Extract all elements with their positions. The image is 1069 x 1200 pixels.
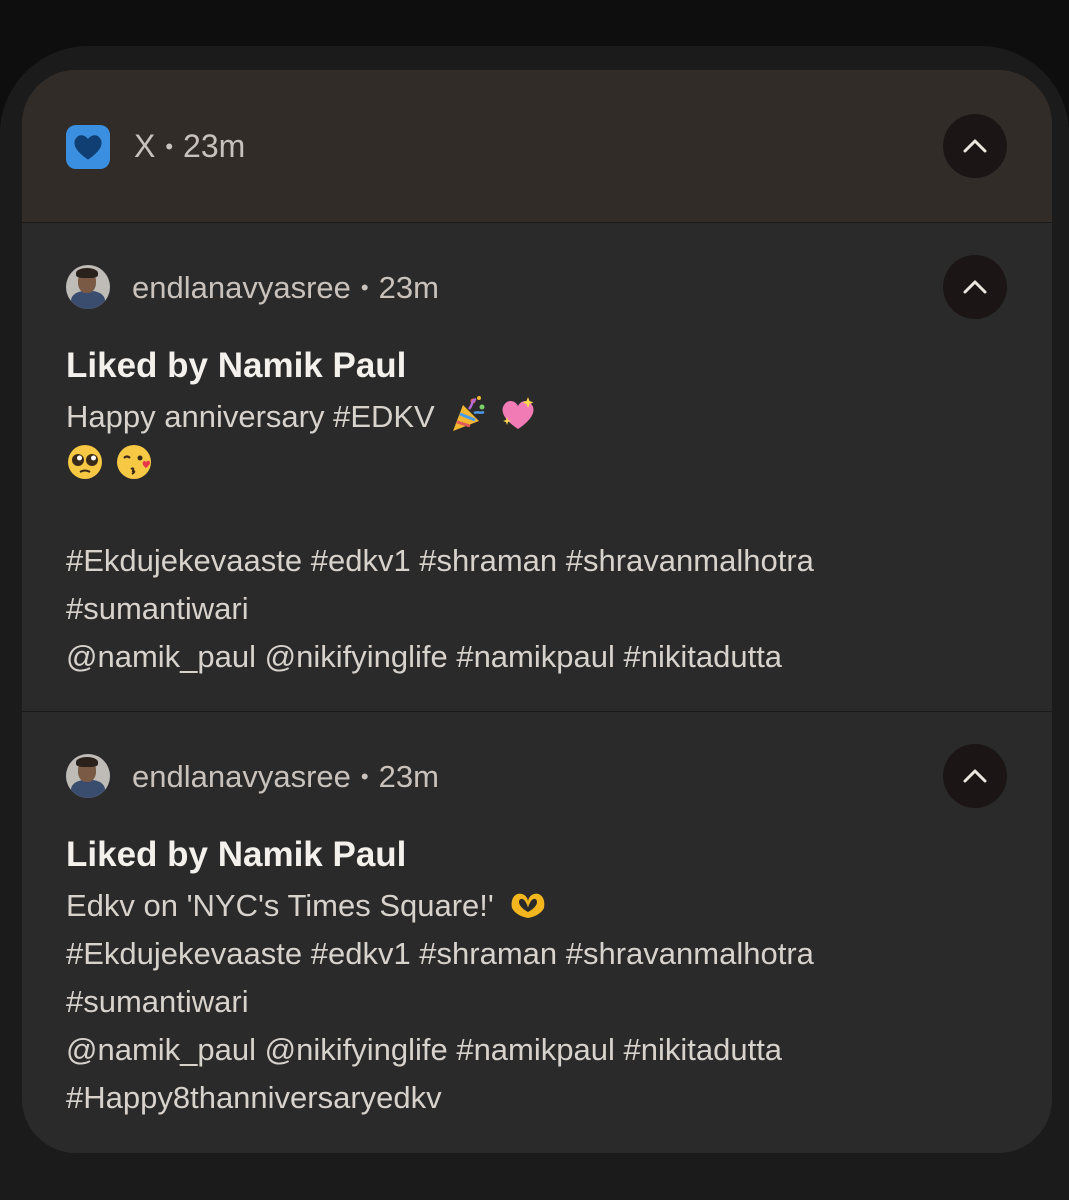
body-line: #sumantiwari xyxy=(66,984,249,1019)
notification-group-header[interactable]: X • 23m xyxy=(22,70,1052,223)
heart-hands-emoji xyxy=(508,888,548,936)
heart-icon xyxy=(66,125,110,169)
expand-notification-button[interactable] xyxy=(943,744,1007,808)
body-line: Edkv on 'NYC's Times Square!' xyxy=(66,888,494,923)
face-blowing-kiss-emoji xyxy=(115,443,153,495)
notification-timestamp: 23m xyxy=(378,759,439,794)
group-header-meta: X • 23m xyxy=(134,128,245,165)
body-line: @namik_paul @nikifyinglife #namikpaul #n… xyxy=(66,639,783,674)
pleading-face-emoji xyxy=(66,443,104,495)
notification-item[interactable]: endlanavyasree • 23m Liked by Namik Paul… xyxy=(22,223,1052,712)
party-popper-emoji xyxy=(449,395,487,447)
body-line: Happy anniversary #EDKV xyxy=(66,399,435,434)
chevron-up-icon xyxy=(963,769,987,783)
app-name: X xyxy=(134,128,156,164)
chevron-up-icon xyxy=(963,139,987,153)
notification-author: endlanavyasree xyxy=(132,270,351,305)
group-timestamp: 23m xyxy=(183,128,246,164)
sparkling-heart-emoji xyxy=(498,395,538,447)
notification-title: Liked by Namik Paul xyxy=(66,835,407,874)
body-line xyxy=(66,441,1006,489)
meta-separator: • xyxy=(360,275,369,300)
notification-body: Edkv on 'NYC's Times Square!' #Ekdujekev… xyxy=(66,882,1006,1122)
body-line: #Ekdujekevaaste #edkv1 #shraman #shravan… xyxy=(66,936,814,971)
body-line xyxy=(66,489,1006,537)
collapse-group-button[interactable] xyxy=(943,114,1007,178)
body-line: #Ekdujekevaaste #edkv1 #shraman #shravan… xyxy=(66,543,814,578)
chevron-up-icon xyxy=(963,280,987,294)
body-line: #Happy8thanniversaryedkv xyxy=(66,1080,442,1115)
notification-author: endlanavyasree xyxy=(132,759,351,794)
meta-separator: • xyxy=(165,133,174,159)
notification-group-card[interactable]: X • 23m endlanavyasree • 23m Liked by Na… xyxy=(22,70,1052,1153)
notification-body: Happy anniversary #EDKV #Ekdujekevaaste … xyxy=(66,393,1006,681)
body-line: @namik_paul @nikifyinglife #namikpaul #n… xyxy=(66,1032,783,1067)
avatar xyxy=(66,265,110,309)
notification-title: Liked by Namik Paul xyxy=(66,346,407,385)
notification-meta: endlanavyasree • 23m xyxy=(132,759,439,795)
avatar xyxy=(66,754,110,798)
meta-separator: • xyxy=(360,764,369,789)
notification-meta: endlanavyasree • 23m xyxy=(132,270,439,306)
notification-item[interactable]: endlanavyasree • 23m Liked by Namik Paul… xyxy=(22,712,1052,1153)
body-line: #sumantiwari xyxy=(66,591,249,626)
expand-notification-button[interactable] xyxy=(943,255,1007,319)
notification-timestamp: 23m xyxy=(378,270,439,305)
